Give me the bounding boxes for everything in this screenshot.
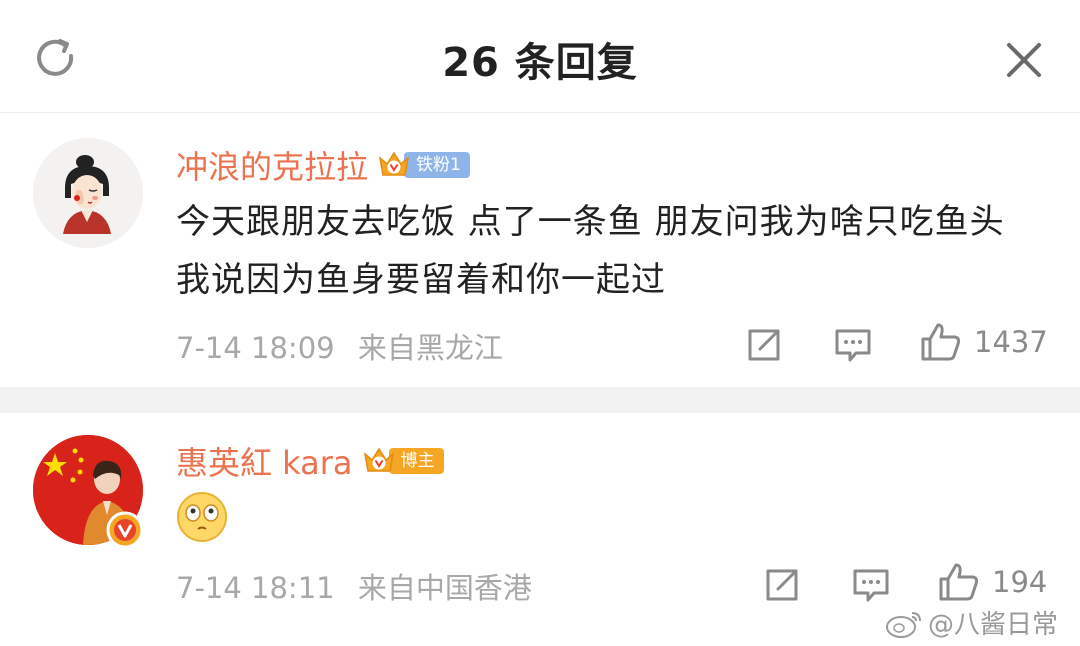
comment-button[interactable]: [852, 567, 890, 603]
username[interactable]: 冲浪的克拉拉: [176, 142, 368, 188]
comment-icon: [835, 329, 871, 362]
comment-meta: 7-14 18:09 来自黑龙江: [176, 325, 503, 367]
crown-icon: [363, 447, 394, 472]
avatar[interactable]: [33, 138, 143, 248]
comment-time: 7-14 18:09: [176, 331, 335, 365]
close-button[interactable]: [996, 32, 1052, 88]
watermark-text: @八酱日常: [928, 610, 1059, 640]
repost-button[interactable]: [764, 567, 800, 603]
crown-icon: [378, 151, 410, 176]
comment-text: 今天跟朋友去吃饭 点了一条鱼 朋友问我为啥只吃鱼头 我说因为鱼身要留着和你一起过: [176, 202, 1005, 300]
badge-label: 博主: [388, 448, 444, 474]
verified-icon: [106, 511, 144, 549]
comment-location: 来自黑龙江: [357, 331, 503, 365]
like-count: 1437: [974, 325, 1048, 359]
like-button[interactable]: 1437: [920, 321, 1048, 363]
comment-icon: [853, 569, 889, 602]
comment-location: 来自中国香港: [357, 571, 532, 605]
thumbs-up-icon: [921, 323, 961, 361]
repost-icon: [766, 569, 798, 601]
reply-header: 26 条回复: [0, 0, 1080, 113]
page-title: 26 条回复: [442, 40, 638, 86]
badge-label: 铁粉1: [404, 152, 470, 178]
weibo-logo-icon: [886, 611, 921, 638]
flushed-face-emoji: [177, 492, 227, 542]
comment-meta: 7-14 18:11 来自中国香港: [176, 565, 532, 607]
close-icon: [1007, 43, 1041, 77]
like-count: 194: [992, 565, 1048, 599]
watermark: @八酱日常: [884, 604, 1058, 641]
repost-button[interactable]: [746, 327, 782, 363]
section-divider: [0, 387, 1080, 413]
repost-icon: [748, 329, 780, 361]
comment-time: 7-14 18:11: [176, 571, 335, 605]
fan-badge[interactable]: 铁粉1: [376, 148, 470, 182]
comment-item: 冲浪的克拉拉 铁粉1 今天跟朋友去吃饭 点了一条鱼 朋友问我为啥只吃鱼头 我说因…: [0, 113, 1080, 387]
like-button[interactable]: 194: [938, 561, 1047, 603]
thumbs-up-icon: [939, 563, 979, 601]
username[interactable]: 惠英紅 kara: [176, 438, 353, 484]
author-badge[interactable]: 博主: [361, 444, 444, 478]
avatar-illustration: [33, 138, 143, 248]
comment-button[interactable]: [834, 327, 872, 363]
